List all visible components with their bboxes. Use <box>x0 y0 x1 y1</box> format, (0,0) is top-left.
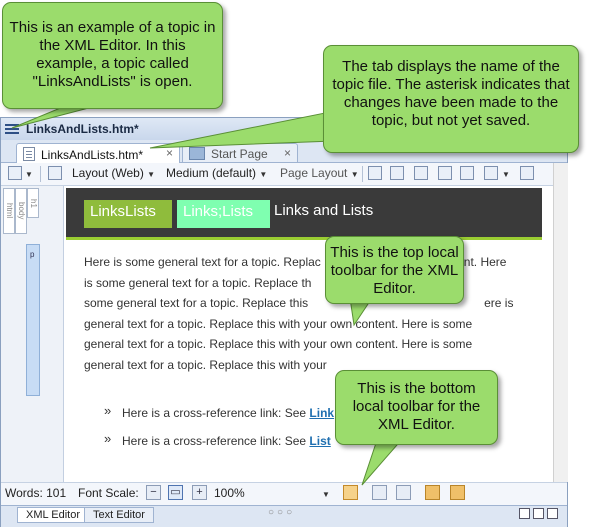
callout-bottom-toolbar: This is the bottom local toolbar for the… <box>335 370 498 445</box>
callout-topic-example: This is an example of a topic in the XML… <box>2 2 223 109</box>
callout-tab-name: The tab displays the name of the topic f… <box>323 45 579 153</box>
callout-top-toolbar: This is the top local toolbar for the XM… <box>325 236 464 304</box>
